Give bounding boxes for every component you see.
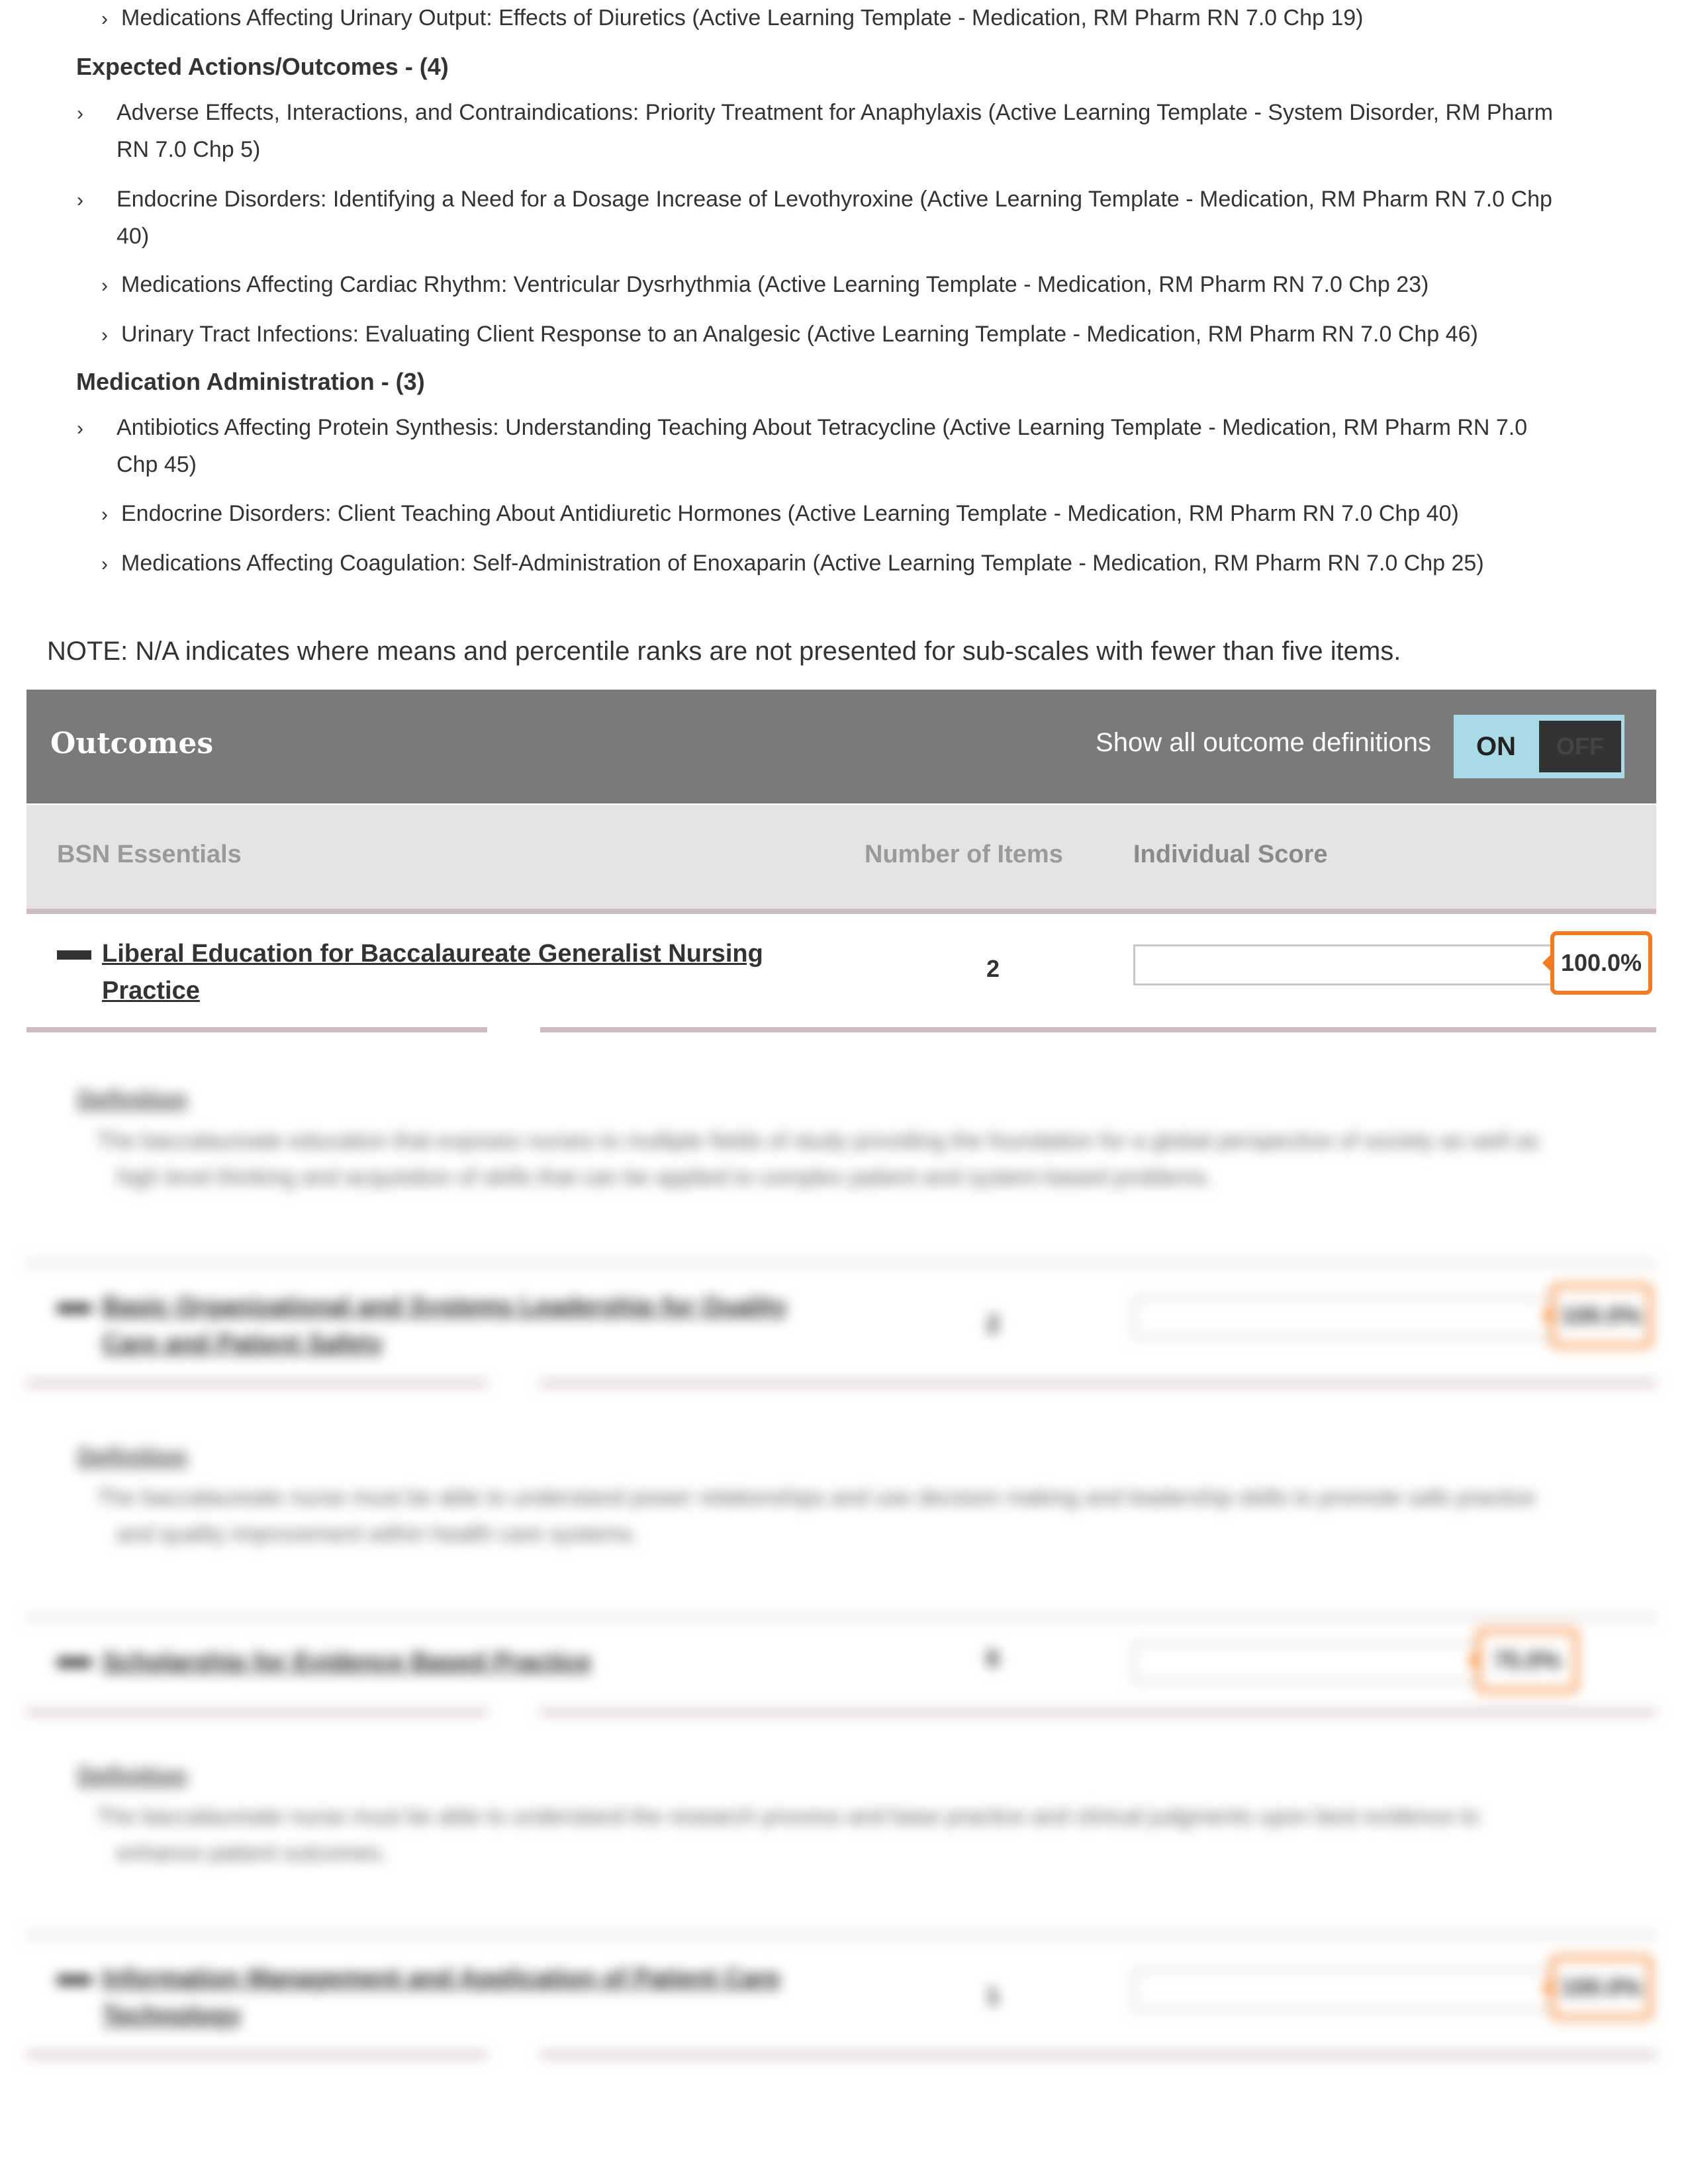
topic-text: Medications Affecting Coagulation: Self-…	[121, 551, 1484, 576]
toggle-on[interactable]: ON	[1456, 717, 1536, 776]
score-bar	[1133, 1297, 1557, 1338]
outcome-row: Scholarship for Evidence Based Practice …	[26, 1625, 1656, 1724]
topic-item[interactable]: › Urinary Tract Infections: Evaluating Cl…	[101, 316, 1558, 353]
topic-item[interactable]: › Adverse Effects, Interactions, and Cont…	[77, 95, 1573, 168]
chevron-right-icon: ›	[101, 504, 108, 525]
definition-text: The baccalaureate education that exposes…	[97, 1128, 1540, 1190]
score-badge: 100.0%	[1542, 1956, 1652, 2019]
outcomes-header: Outcomes Show all outcome definitions ON…	[26, 690, 1656, 803]
chevron-right-icon: ›	[101, 553, 108, 575]
row-divider	[26, 1381, 487, 1386]
col-bsn-essentials: BSN Essentials	[57, 841, 242, 868]
outcome-items-count: 2	[986, 1310, 1000, 1338]
toggle-off[interactable]: OFF	[1539, 721, 1621, 772]
outcome-row: Information Management and Application o…	[26, 1942, 1656, 2062]
topic-text: Endocrine Disorders: Client Teaching Abo…	[121, 501, 1459, 526]
collapse-icon[interactable]	[57, 950, 91, 960]
group-heading: Medication Administration - (3)	[76, 368, 425, 395]
column-header: BSN Essentials Number of Items Individua…	[26, 805, 1656, 914]
topic-text: Endocrine Disorders: Identifying a Need …	[117, 187, 1552, 249]
chevron-right-icon: ›	[77, 418, 83, 439]
row-divider	[26, 2052, 487, 2058]
outcome-items-count: 6	[986, 1645, 1000, 1672]
row-divider	[540, 1381, 1656, 1386]
score-badge: 75.0%	[1468, 1629, 1578, 1692]
row-divider	[26, 1709, 487, 1715]
outcome-row: Basic Organizational and Systems Leaders…	[26, 1271, 1656, 1390]
topic-item[interactable]: › Antibiotics Affecting Protein Synthesis…	[77, 410, 1573, 483]
row-divider	[26, 1933, 1656, 1938]
toggle-label: Show all outcome definitions	[1096, 728, 1431, 757]
expand-icon[interactable]	[57, 1976, 91, 1985]
topic-item[interactable]: › Medications Affecting Coagulation: Self…	[101, 545, 1558, 582]
topic-item[interactable]: › Medications Affecting Cardiac Rhythm: V…	[101, 267, 1558, 304]
topic-text: Medications Affecting Cardiac Rhythm: Ve…	[121, 272, 1429, 297]
outcomes-title: Outcomes	[50, 727, 214, 760]
row-divider	[26, 1261, 1656, 1266]
chevron-right-icon: ›	[101, 275, 108, 296]
definition-text: The baccalaureate nurse must be able to …	[97, 1804, 1479, 1866]
score-badge: 100.0%	[1542, 1284, 1652, 1347]
expand-icon[interactable]	[57, 1304, 91, 1313]
col-number-of-items: Number of Items	[865, 841, 1063, 868]
note-text: NOTE: N/A indicates where means and perc…	[47, 637, 1401, 666]
outcome-row: Liberal Education for Baccalaureate Gene…	[26, 914, 1656, 1033]
row-divider	[540, 1709, 1656, 1715]
chevron-right-icon: ›	[101, 324, 108, 346]
definition-heading: Definition	[77, 1443, 187, 1470]
col-individual-score: Individual Score	[1133, 841, 1328, 868]
topic-item[interactable]: › Endocrine Disorders: Identifying a Need…	[77, 181, 1573, 255]
score-badge: 100.0%	[1542, 931, 1652, 995]
topic-item[interactable]: › Endocrine Disorders: Client Teaching Ab…	[101, 496, 1558, 533]
chevron-right-icon: ›	[101, 8, 108, 30]
definition-heading: Definition	[77, 1762, 187, 1789]
score-bar	[1133, 1969, 1557, 2010]
outcome-items-count: 2	[986, 955, 1000, 982]
score-bar	[1133, 944, 1557, 985]
chevron-right-icon: ›	[77, 103, 83, 124]
expand-icon[interactable]	[57, 1658, 91, 1667]
definitions-toggle[interactable]: ON OFF	[1454, 715, 1624, 778]
row-divider	[26, 1027, 487, 1032]
definition-heading: Definition	[77, 1085, 187, 1113]
outcome-name-link[interactable]: Basic Organizational and Systems Leaders…	[102, 1288, 837, 1362]
outcome-name-link[interactable]: Information Management and Application o…	[102, 1960, 837, 2034]
group-heading: Expected Actions/Outcomes - (4)	[76, 53, 449, 80]
topic-text: Adverse Effects, Interactions, and Contr…	[117, 100, 1554, 162]
outcome-name-link[interactable]: Liberal Education for Baccalaureate Gene…	[102, 935, 837, 1009]
topic-text: Medications Affecting Urinary Output: Ef…	[121, 5, 1364, 30]
outcome-name-link[interactable]: Scholarship for Evidence Based Practice	[102, 1643, 896, 1680]
outcome-items-count: 1	[986, 1982, 1000, 2009]
topic-text: Urinary Tract Infections: Evaluating Cli…	[121, 322, 1478, 347]
topic-text: Antibiotics Affecting Protein Synthesis:…	[117, 415, 1528, 477]
row-divider	[26, 1615, 1656, 1620]
chevron-right-icon: ›	[77, 189, 83, 211]
topic-item[interactable]: › Medications Affecting Urinary Output: E…	[101, 0, 1558, 37]
row-divider	[540, 1027, 1656, 1032]
definition-text: The baccalaureate nurse must be able to …	[97, 1485, 1536, 1547]
row-divider	[540, 2052, 1656, 2058]
